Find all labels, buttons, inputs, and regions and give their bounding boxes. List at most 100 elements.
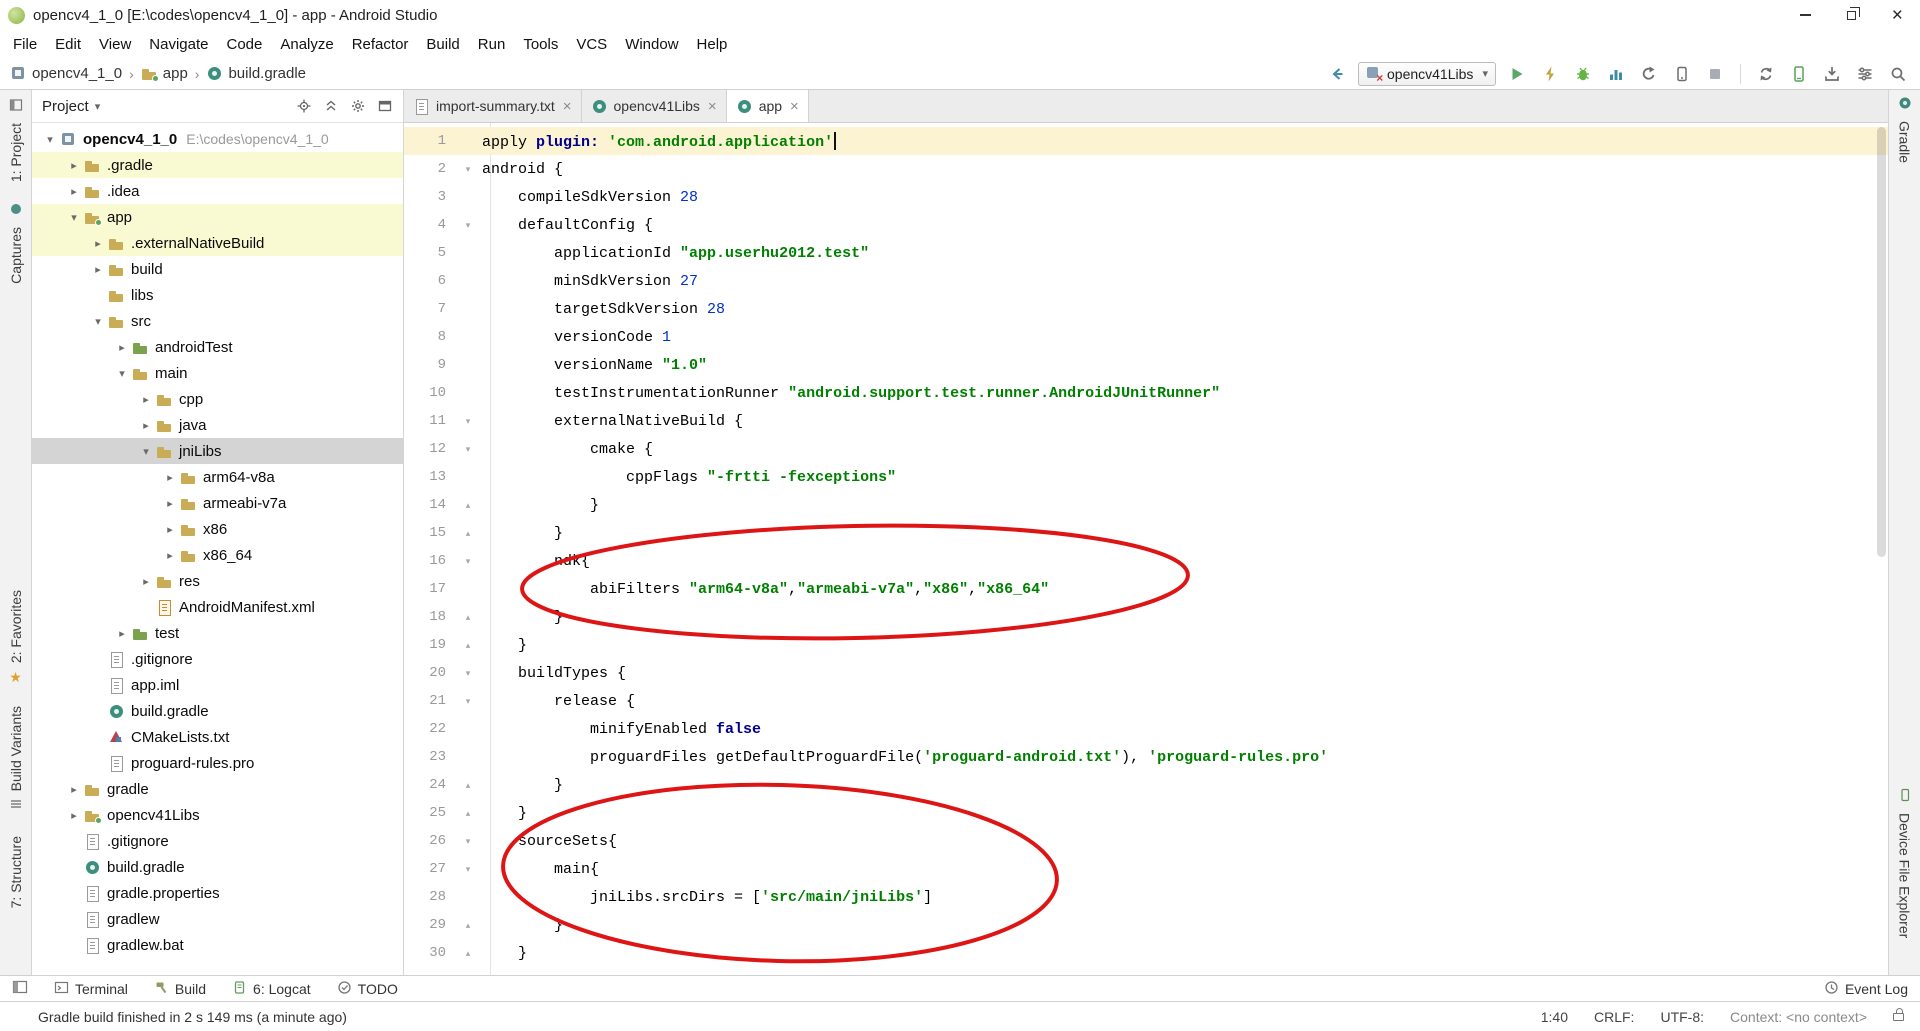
code-line-12[interactable]: 12▾ cmake { [404,435,1888,463]
close-button[interactable]: × [1874,0,1920,30]
code-line-5[interactable]: 5 applicationId "app.userhu2012.test" [404,239,1888,267]
run-configuration-select[interactable]: × opencv41Libs ▾ [1358,62,1496,86]
code-line-20[interactable]: 20▾ buildTypes { [404,659,1888,687]
menu-item-file[interactable]: File [4,33,46,56]
collapsed-arrow-icon[interactable]: ▸ [160,523,180,536]
editor-tab-import-summary-txt[interactable]: import-summary.txt× [404,90,582,122]
apply-changes-icon[interactable] [1538,62,1562,86]
fold-marker-icon[interactable]: ▴ [454,920,482,931]
tool-window-tab-gradle[interactable]: Gradle [1897,96,1913,163]
expanded-arrow-icon[interactable]: ▾ [88,315,108,328]
menu-item-code[interactable]: Code [217,33,271,56]
settings-gear-icon[interactable] [350,98,366,114]
tree-item-x86[interactable]: ▸x86 [32,516,403,542]
menu-item-help[interactable]: Help [688,33,737,56]
attach-debugger-icon[interactable] [1670,62,1694,86]
tree-item-src[interactable]: ▾src [32,308,403,334]
expanded-arrow-icon[interactable]: ▾ [112,367,132,380]
tree-item-test[interactable]: ▸test [32,620,403,646]
fold-marker-icon[interactable]: ▾ [454,864,482,875]
tree-item-cpp[interactable]: ▸cpp [32,386,403,412]
fold-marker-icon[interactable]: ▾ [454,668,482,679]
tree-item-jnilibs[interactable]: ▾jniLibs [32,438,403,464]
menu-item-vcs[interactable]: VCS [567,33,616,56]
menu-item-analyze[interactable]: Analyze [271,33,342,56]
tool-window-tab-captures[interactable]: Captures [8,202,24,284]
menu-item-view[interactable]: View [90,33,140,56]
collapsed-arrow-icon[interactable]: ▸ [136,393,156,406]
file-encoding-widget[interactable]: UTF-8: [1660,1009,1704,1025]
collapsed-arrow-icon[interactable]: ▸ [112,341,132,354]
code-line-25[interactable]: 25▴ } [404,799,1888,827]
fold-marker-icon[interactable]: ▴ [454,780,482,791]
back-icon[interactable] [1325,62,1349,86]
code-line-18[interactable]: 18▴ } [404,603,1888,631]
code-line-7[interactable]: 7 targetSdkVersion 28 [404,295,1888,323]
code-line-6[interactable]: 6 minSdkVersion 27 [404,267,1888,295]
fold-marker-icon[interactable]: ▴ [454,500,482,511]
code-line-24[interactable]: 24▴ } [404,771,1888,799]
tree-item-androidmanifest-xml[interactable]: AndroidManifest.xml [32,594,403,620]
fold-marker-icon[interactable]: ▾ [454,220,482,231]
code-editor[interactable]: 1apply plugin: 'com.android.application'… [404,123,1888,975]
tree-item-androidtest[interactable]: ▸androidTest [32,334,403,360]
fold-marker-icon[interactable]: ▾ [454,556,482,567]
collapsed-arrow-icon[interactable]: ▸ [136,419,156,432]
stop-icon[interactable] [1703,62,1727,86]
tool-window-tab-device-file-explorer[interactable]: Device File Explorer [1897,788,1913,938]
tree-item-arm64-v8a[interactable]: ▸arm64-v8a [32,464,403,490]
tree-item-java[interactable]: ▸java [32,412,403,438]
rerun-icon[interactable] [1637,62,1661,86]
fold-marker-icon[interactable]: ▴ [454,612,482,623]
hide-panel-icon[interactable] [377,98,393,114]
tool-window-button-6-logcat[interactable]: 6: Logcat [232,980,311,998]
menu-item-edit[interactable]: Edit [46,33,90,56]
code-line-17[interactable]: 17 abiFilters "arm64-v8a","armeabi-v7a",… [404,575,1888,603]
status-message[interactable]: Gradle build finished in 2 s 149 ms (a m… [38,1009,347,1025]
code-line-13[interactable]: 13 cppFlags "-frtti -fexceptions" [404,463,1888,491]
search-icon[interactable] [1886,62,1910,86]
tree-item-app-iml[interactable]: app.iml [32,672,403,698]
collapsed-arrow-icon[interactable]: ▸ [160,471,180,484]
tree-item-x86-64[interactable]: ▸x86_64 [32,542,403,568]
fold-marker-icon[interactable]: ▴ [454,640,482,651]
tree-item-gradle-properties[interactable]: gradle.properties [32,880,403,906]
editor-tab-app[interactable]: app× [727,90,809,122]
code-line-1[interactable]: 1apply plugin: 'com.android.application' [404,127,1888,155]
menu-item-navigate[interactable]: Navigate [140,33,217,56]
tool-window-button-build[interactable]: Build [154,980,206,998]
collapsed-arrow-icon[interactable]: ▸ [88,263,108,276]
code-line-30[interactable]: 30▴ } [404,939,1888,967]
minimize-button[interactable] [1782,0,1828,30]
code-line-4[interactable]: 4▾ defaultConfig { [404,211,1888,239]
tree-item-main[interactable]: ▾main [32,360,403,386]
menu-item-window[interactable]: Window [616,33,687,56]
close-tab-icon[interactable]: × [790,98,799,115]
code-line-29[interactable]: 29▴ } [404,911,1888,939]
code-line-3[interactable]: 3 compileSdkVersion 28 [404,183,1888,211]
code-line-2[interactable]: 2▾android { [404,155,1888,183]
fold-marker-icon[interactable]: ▾ [454,416,482,427]
menu-item-refactor[interactable]: Refactor [343,33,418,56]
editor-scrollbar[interactable] [1877,127,1886,557]
fold-marker-icon[interactable]: ▾ [454,164,482,175]
close-tab-icon[interactable]: × [563,98,572,115]
code-line-28[interactable]: 28 jniLibs.srcDirs = ['src/main/jniLibs'… [404,883,1888,911]
code-line-19[interactable]: 19▴ } [404,631,1888,659]
code-line-14[interactable]: 14▴ } [404,491,1888,519]
code-line-22[interactable]: 22 minifyEnabled false [404,715,1888,743]
debug-icon[interactable] [1571,62,1595,86]
tool-window-tab-1-project[interactable]: 1: Project [8,98,24,182]
tree-item-armeabi-v7a[interactable]: ▸armeabi-v7a [32,490,403,516]
code-line-23[interactable]: 23 proguardFiles getDefaultProguardFile(… [404,743,1888,771]
fold-marker-icon[interactable]: ▾ [454,836,482,847]
readonly-lock-icon[interactable] [1893,1013,1904,1021]
menu-item-build[interactable]: Build [417,33,468,56]
breadcrumb-item-build-gradle[interactable]: build.gradle [206,65,306,82]
expanded-arrow-icon[interactable]: ▾ [64,211,84,224]
collapse-all-icon[interactable] [323,98,339,114]
tree-item-externalnativebuild[interactable]: ▸.externalNativeBuild [32,230,403,256]
collapsed-arrow-icon[interactable]: ▸ [160,549,180,562]
tool-window-tab-7-structure[interactable]: 7: Structure [8,836,24,908]
event-log-button[interactable]: Event Log [1824,980,1908,998]
